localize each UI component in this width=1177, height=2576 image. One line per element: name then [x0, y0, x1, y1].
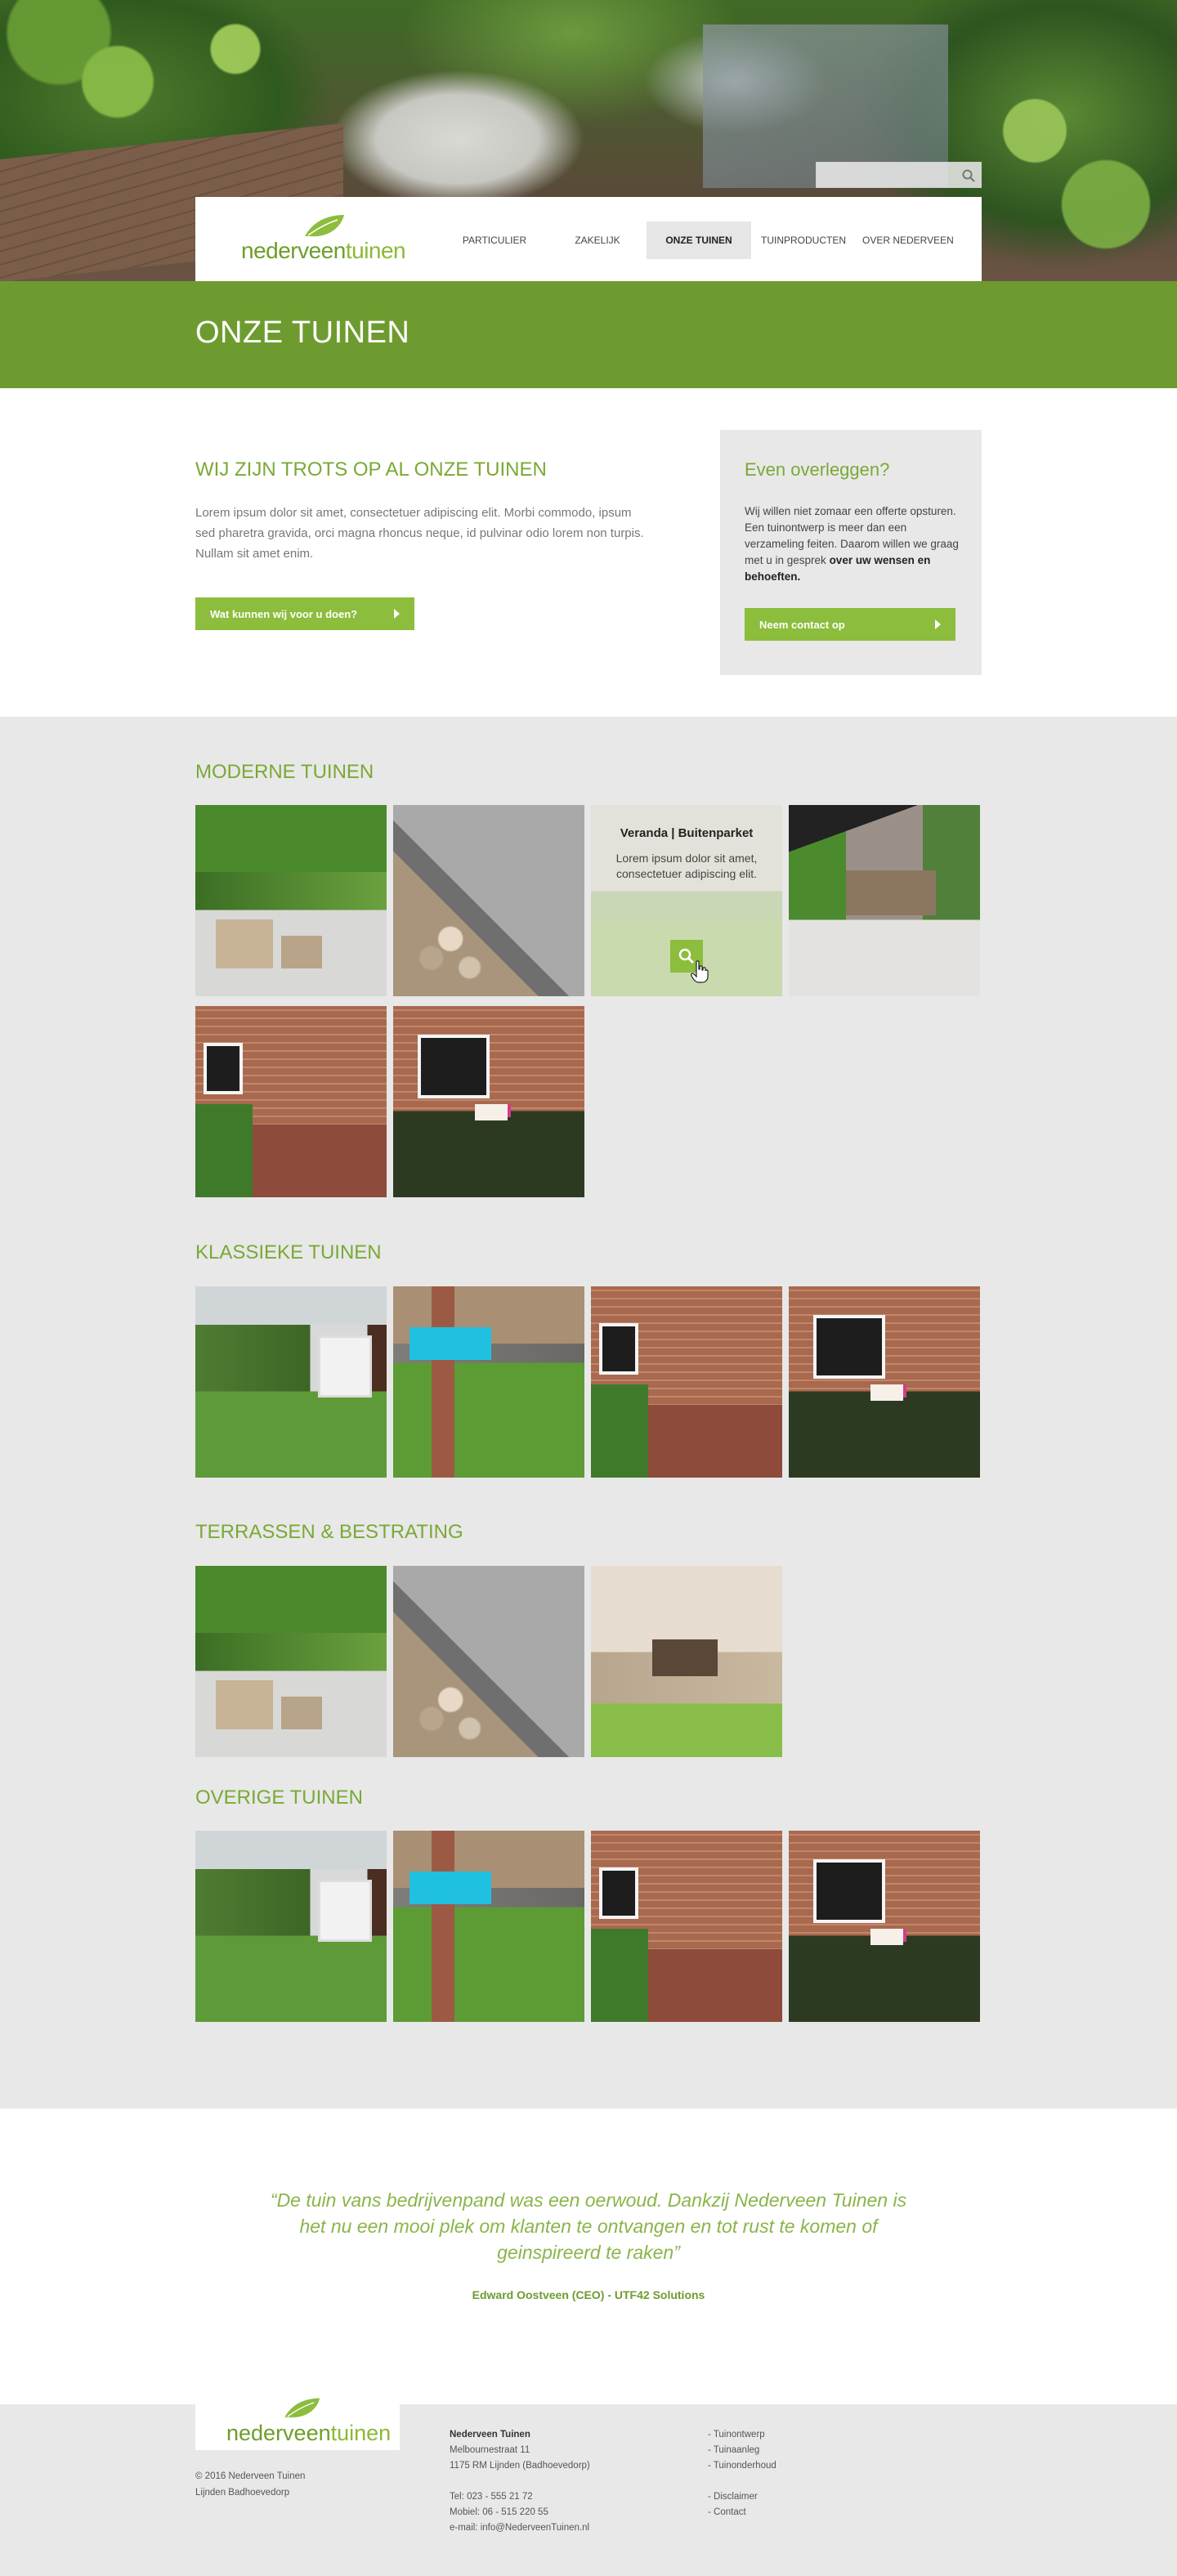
- contact-button[interactable]: Neem contact op: [745, 608, 955, 641]
- footer-address: Nederveen Tuinen Melbournestraat 11 1175…: [450, 2427, 590, 2536]
- address-city: 1175 RM Lijnden (Badhoevedorp): [450, 2461, 590, 2471]
- footer-link-tuinontwerp[interactable]: - Tuinontwerp: [708, 2427, 776, 2443]
- nav-item-over-nederveen[interactable]: OVER NEDERVEEN: [853, 221, 957, 259]
- footer-link-tuinonderhoud[interactable]: - Tuinonderhoud: [708, 2458, 776, 2474]
- search-input[interactable]: [817, 163, 955, 187]
- gallery-title-overige: OVERIGE TUINEN: [195, 1787, 363, 1809]
- company-name: Nederveen Tuinen: [450, 2430, 530, 2440]
- footer-logo[interactable]: nederveentuinen: [195, 2396, 400, 2450]
- nav-item-zakelijk[interactable]: ZAKELIJK: [548, 221, 647, 259]
- page-title-band: ONZE TUINEN: [0, 281, 1177, 388]
- thumb-hover-title: Veranda | Buitenparket: [620, 826, 754, 840]
- testimonial-author: Edward Oostveen (CEO) - UTF42 Solutions: [472, 2288, 705, 2301]
- contact-heading: Even overleggen?: [745, 459, 890, 480]
- intro-heading: WIJ ZIJN TROTS OP AL ONZE TUINEN: [195, 458, 547, 481]
- main-nav: PARTICULIER ZAKELIJK ONZE TUINEN TUINPRO…: [441, 221, 957, 259]
- intro-section: WIJ ZIJN TROTS OP AL ONZE TUINEN Lorem i…: [0, 388, 1177, 717]
- gallery-thumb[interactable]: [195, 1566, 387, 1757]
- footer: nederveentuinen © 2016 Nederveen Tuinen …: [0, 2396, 1177, 2576]
- gallery-thumb[interactable]: [393, 1831, 584, 2022]
- gallery-thumb[interactable]: [393, 805, 584, 996]
- arrow-right-icon: [935, 619, 941, 629]
- email-text[interactable]: e-mail: info@NederveenTuinen.nl: [450, 2520, 590, 2536]
- footer-links: - Tuinontwerp - Tuinaanleg - Tuinonderho…: [708, 2427, 776, 2520]
- footer-link-disclaimer[interactable]: - Disclaimer: [708, 2489, 776, 2505]
- logo-text-part1: nederveen: [241, 238, 346, 263]
- testimonial-quote: “De tuin vans bedrijvenpand was een oerw…: [270, 2189, 907, 2263]
- footer-logo-text-part1: nederveen: [226, 2421, 331, 2445]
- search-box: [816, 162, 982, 188]
- gallery-thumb[interactable]: [789, 1831, 980, 2022]
- intro-text: Lorem ipsum dolor sit amet, consectetuer…: [195, 506, 644, 561]
- page-title: ONZE TUINEN: [195, 315, 410, 350]
- gallery-thumb[interactable]: [195, 805, 387, 996]
- gallery-thumb-hovered[interactable]: Veranda | Buitenparket Lorem ipsum dolor…: [591, 805, 782, 996]
- navbar: nederveentuinen PARTICULIER ZAKELIJK ONZ…: [195, 197, 982, 281]
- leaf-logo-icon: [305, 215, 344, 237]
- leaf-logo-icon: [284, 2398, 320, 2417]
- gallery-thumb[interactable]: [195, 1006, 387, 1197]
- gallery-thumb[interactable]: [393, 1566, 584, 1757]
- hero-image: nederveentuinen PARTICULIER ZAKELIJK ONZ…: [0, 0, 1177, 281]
- copyright-text: © 2016 Nederveen Tuinen: [195, 2471, 306, 2481]
- contact-text: Wij willen niet zomaar een offerte opstu…: [745, 503, 959, 585]
- gallery-thumb[interactable]: [789, 805, 980, 996]
- footer-logo-text-part2: tuinen: [330, 2421, 392, 2445]
- logo[interactable]: nederveentuinen: [241, 213, 406, 266]
- footer-copyright: © 2016 Nederveen Tuinen Lijnden Badhoeve…: [195, 2468, 305, 2501]
- services-button[interactable]: Wat kunnen wij voor u doen?: [195, 597, 414, 630]
- gallery-section: MODERNE TUINEN Veranda | Buitenparket Lo…: [0, 717, 1177, 2109]
- gallery-thumb[interactable]: [393, 1006, 584, 1197]
- phone-text: Tel: 023 - 555 21 72: [450, 2492, 533, 2502]
- location-text: Lijnden Badhoevedorp: [195, 2488, 290, 2498]
- address-street: Melbournestraat 11: [450, 2445, 530, 2455]
- gallery-title-moderne: MODERNE TUINEN: [195, 761, 374, 783]
- thumb-hover-text: Lorem ipsum dolor sit amet, consectetuer…: [615, 852, 758, 880]
- nav-item-tuinproducten[interactable]: TUINPRODUCTEN: [751, 221, 853, 259]
- search-icon[interactable]: [961, 168, 976, 183]
- gallery-title-terrassen: TERRASSEN & BESTRATING: [195, 1521, 463, 1543]
- gallery-thumb[interactable]: [195, 1831, 387, 2022]
- contact-box: Even overleggen? Wij willen niet zomaar …: [720, 430, 982, 675]
- footer-logo-text: nederveentuinen: [226, 2421, 391, 2446]
- contact-button-label: Neem contact op: [759, 618, 845, 631]
- hand-cursor-icon: [691, 960, 709, 983]
- nav-item-onze-tuinen[interactable]: ONZE TUINEN: [647, 221, 751, 259]
- mobile-text: Mobiel: 06 - 515 220 55: [450, 2507, 548, 2517]
- footer-link-tuinaanleg[interactable]: - Tuinaanleg: [708, 2443, 776, 2458]
- gallery-thumb[interactable]: [393, 1286, 584, 1478]
- footer-link-contact[interactable]: - Contact: [708, 2505, 776, 2520]
- nav-item-particulier[interactable]: PARTICULIER: [441, 221, 548, 259]
- arrow-right-icon: [394, 609, 400, 619]
- gallery-thumb[interactable]: [195, 1286, 387, 1478]
- gallery-title-klassieke: KLASSIEKE TUINEN: [195, 1241, 382, 1263]
- gallery-thumb[interactable]: [591, 1286, 782, 1478]
- gallery-thumb[interactable]: [789, 1286, 980, 1478]
- logo-text-part2: tuinen: [345, 238, 406, 263]
- gallery-thumb[interactable]: [591, 1566, 782, 1757]
- gallery-thumb[interactable]: [591, 1831, 782, 2022]
- testimonial-section: “De tuin vans bedrijvenpand was een oerw…: [0, 2109, 1177, 2404]
- services-button-label: Wat kunnen wij voor u doen?: [210, 607, 358, 620]
- logo-text: nederveentuinen: [241, 238, 406, 264]
